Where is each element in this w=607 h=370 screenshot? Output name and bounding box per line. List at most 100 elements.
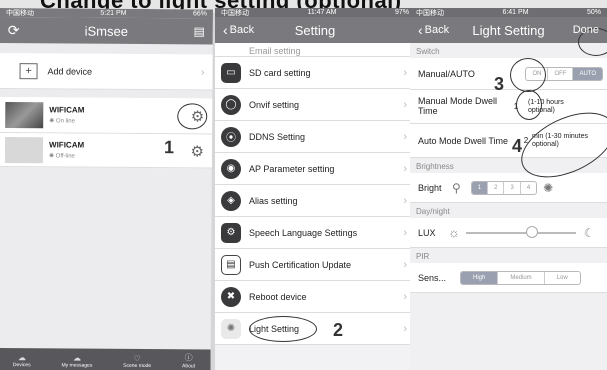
pir-row: Sens... High Medium Low [410,263,607,293]
tab-scene[interactable]: ♡ Scene mode [123,354,151,369]
lux-row: LUX ☼ ☾ [410,218,607,248]
info-icon: ⓘ [184,353,193,363]
nav-bar: ⟳ iSmsee ▤ [0,16,213,45]
onvif-icon: ◯ [221,94,241,115]
app-title: iSmsee [84,23,129,39]
nav-bar: ‹ Back Setting [215,17,415,43]
status-bar: 中国移动 6:41 PM 50% [410,8,607,17]
alias-icon: ◈ [221,190,241,211]
menu-item-ddns[interactable]: ⦿ DDNS Setting › [215,121,415,153]
section-pir: PIR [416,252,430,261]
menu-item-label: AP Parameter setting [249,163,335,174]
bright-row: Bright ⚲ 1234 ✺ [410,173,607,203]
manual-auto-label: Manual/AUTO [418,68,475,79]
section-switch: Switch [416,47,440,56]
gear-icon[interactable]: ⚙ [190,142,204,160]
back-label: Back [229,24,255,36]
brightness-option[interactable]: 1 [471,181,489,194]
back-button[interactable]: ‹ Back [418,22,449,38]
camera-name: WIFICAM [49,140,85,150]
menu-item-ap[interactable]: ◉ AP Parameter setting › [215,153,415,185]
add-device-row[interactable]: + Add device › [0,52,213,91]
bulb-bright-icon: ✺ [543,180,554,195]
done-button[interactable]: Done [573,24,599,36]
step-number: 4 [512,136,523,156]
menu-item-label: Speech Language Settings [249,227,358,238]
add-device-label: Add device [47,65,93,77]
status-bar: 中国移动 11:47 AM 97% [215,8,415,17]
chevron-right-icon: › [403,130,407,143]
menu-item-label: SD card setting [249,67,311,78]
brightness-option[interactable]: 2 [488,181,505,194]
tab-about[interactable]: ⓘ About [182,352,195,369]
mode-option[interactable]: AUTO [573,67,602,80]
menu-item-alias[interactable]: ◈ Alias setting › [215,185,415,217]
battery: 50% [586,9,601,16]
pir-option[interactable]: High [461,271,499,284]
sd-card-icon: ▭ [221,62,241,83]
menu-item-sd-card[interactable]: ▭ SD card setting › [215,57,415,89]
menu-item-label: Email setting [249,46,301,56]
sun-icon: ☼ [448,225,460,240]
tab-label: About [181,363,196,370]
pir-option[interactable]: Medium [498,271,545,284]
ddns-icon: ⦿ [221,126,241,147]
step-number: 1 [163,137,175,158]
annotation-circle [510,58,546,92]
lux-slider[interactable] [465,225,576,238]
camera-row[interactable]: WIFICAM ✺ Off-line ⚙ [0,132,213,169]
menu-item-onvif[interactable]: ◯ Onvif setting › [215,89,415,121]
step-number: 2 [333,320,344,340]
partial-menu-item[interactable]: Email setting [215,43,415,57]
manual-auto-row: Manual/AUTO ON OFF AUTO [410,58,607,90]
pir-label: Sens... [418,272,447,283]
mode-option[interactable]: OFF [548,67,574,80]
chevron-left-icon: ‹ [223,22,228,38]
menu-item-label: Push Certification Update [249,259,352,270]
tab-label: My messages [61,362,93,369]
pir-segmented-control[interactable]: High Medium Low [460,270,581,285]
settings-menu: ▭ SD card setting › ◯ Onvif setting › ⦿ DDNS … [215,57,415,345]
cloud-icon: ☁ [72,353,81,363]
step-number: 3 [494,74,505,94]
ap-icon: ◉ [221,158,241,179]
auto-dwell-label: Auto Mode Dwell Time [418,135,509,146]
battery: 97% [394,9,409,16]
tab-devices[interactable]: ☁ Devices [13,353,31,368]
moon-icon: ☾ [583,225,595,240]
cloud-icon: ☁ [17,353,26,363]
bulb-dim-icon: ⚲ [452,180,461,195]
annotation-circle [516,90,542,120]
device-list-screen: 中国移动 5:21 PM 66% ⟳ iSmsee ▤ + Add device… [0,8,213,370]
back-button[interactable]: ‹ Back [223,22,254,38]
pir-option[interactable]: Low [545,272,580,284]
light-bulb-icon: ✺ [221,318,241,339]
chevron-right-icon: › [403,162,407,175]
tab-label: Devices [12,362,31,369]
menu-item-speech[interactable]: ⚙ Speech Language Settings › [215,217,415,249]
menu-item-reboot[interactable]: ✖ Reboot device › [215,281,415,313]
chevron-right-icon: › [403,322,407,335]
camera-thumbnail [4,136,44,163]
chevron-right-icon: › [403,194,407,207]
menu-item-label: DDNS Setting [249,131,306,142]
chevron-right-icon: › [403,258,407,271]
annotation-circle [249,316,317,342]
tab-label: Scene mode [123,362,152,370]
setting-screen: 中国移动 11:47 AM 97% ‹ Back Setting Email se… [215,8,415,370]
add-home-icon: + [19,62,38,79]
battery: 66% [192,10,207,18]
time: 5:21 PM [100,9,127,17]
chevron-right-icon: › [403,66,407,79]
tab-messages[interactable]: ☁ My messages [61,353,93,369]
menu-item-push[interactable]: ▤ Push Certification Update › [215,249,415,281]
brightness-option[interactable]: 4 [521,182,536,194]
annotation-circle [177,103,208,130]
lux-slider-thumb[interactable] [525,225,538,238]
edit-list-icon[interactable]: ▤ [193,24,204,38]
brightness-segmented-control[interactable]: 1234 [470,180,538,195]
push-cert-icon: ▤ [221,254,241,275]
bright-label: Bright [418,182,442,193]
refresh-icon[interactable]: ⟳ [8,22,20,39]
brightness-option[interactable]: 3 [504,181,521,194]
